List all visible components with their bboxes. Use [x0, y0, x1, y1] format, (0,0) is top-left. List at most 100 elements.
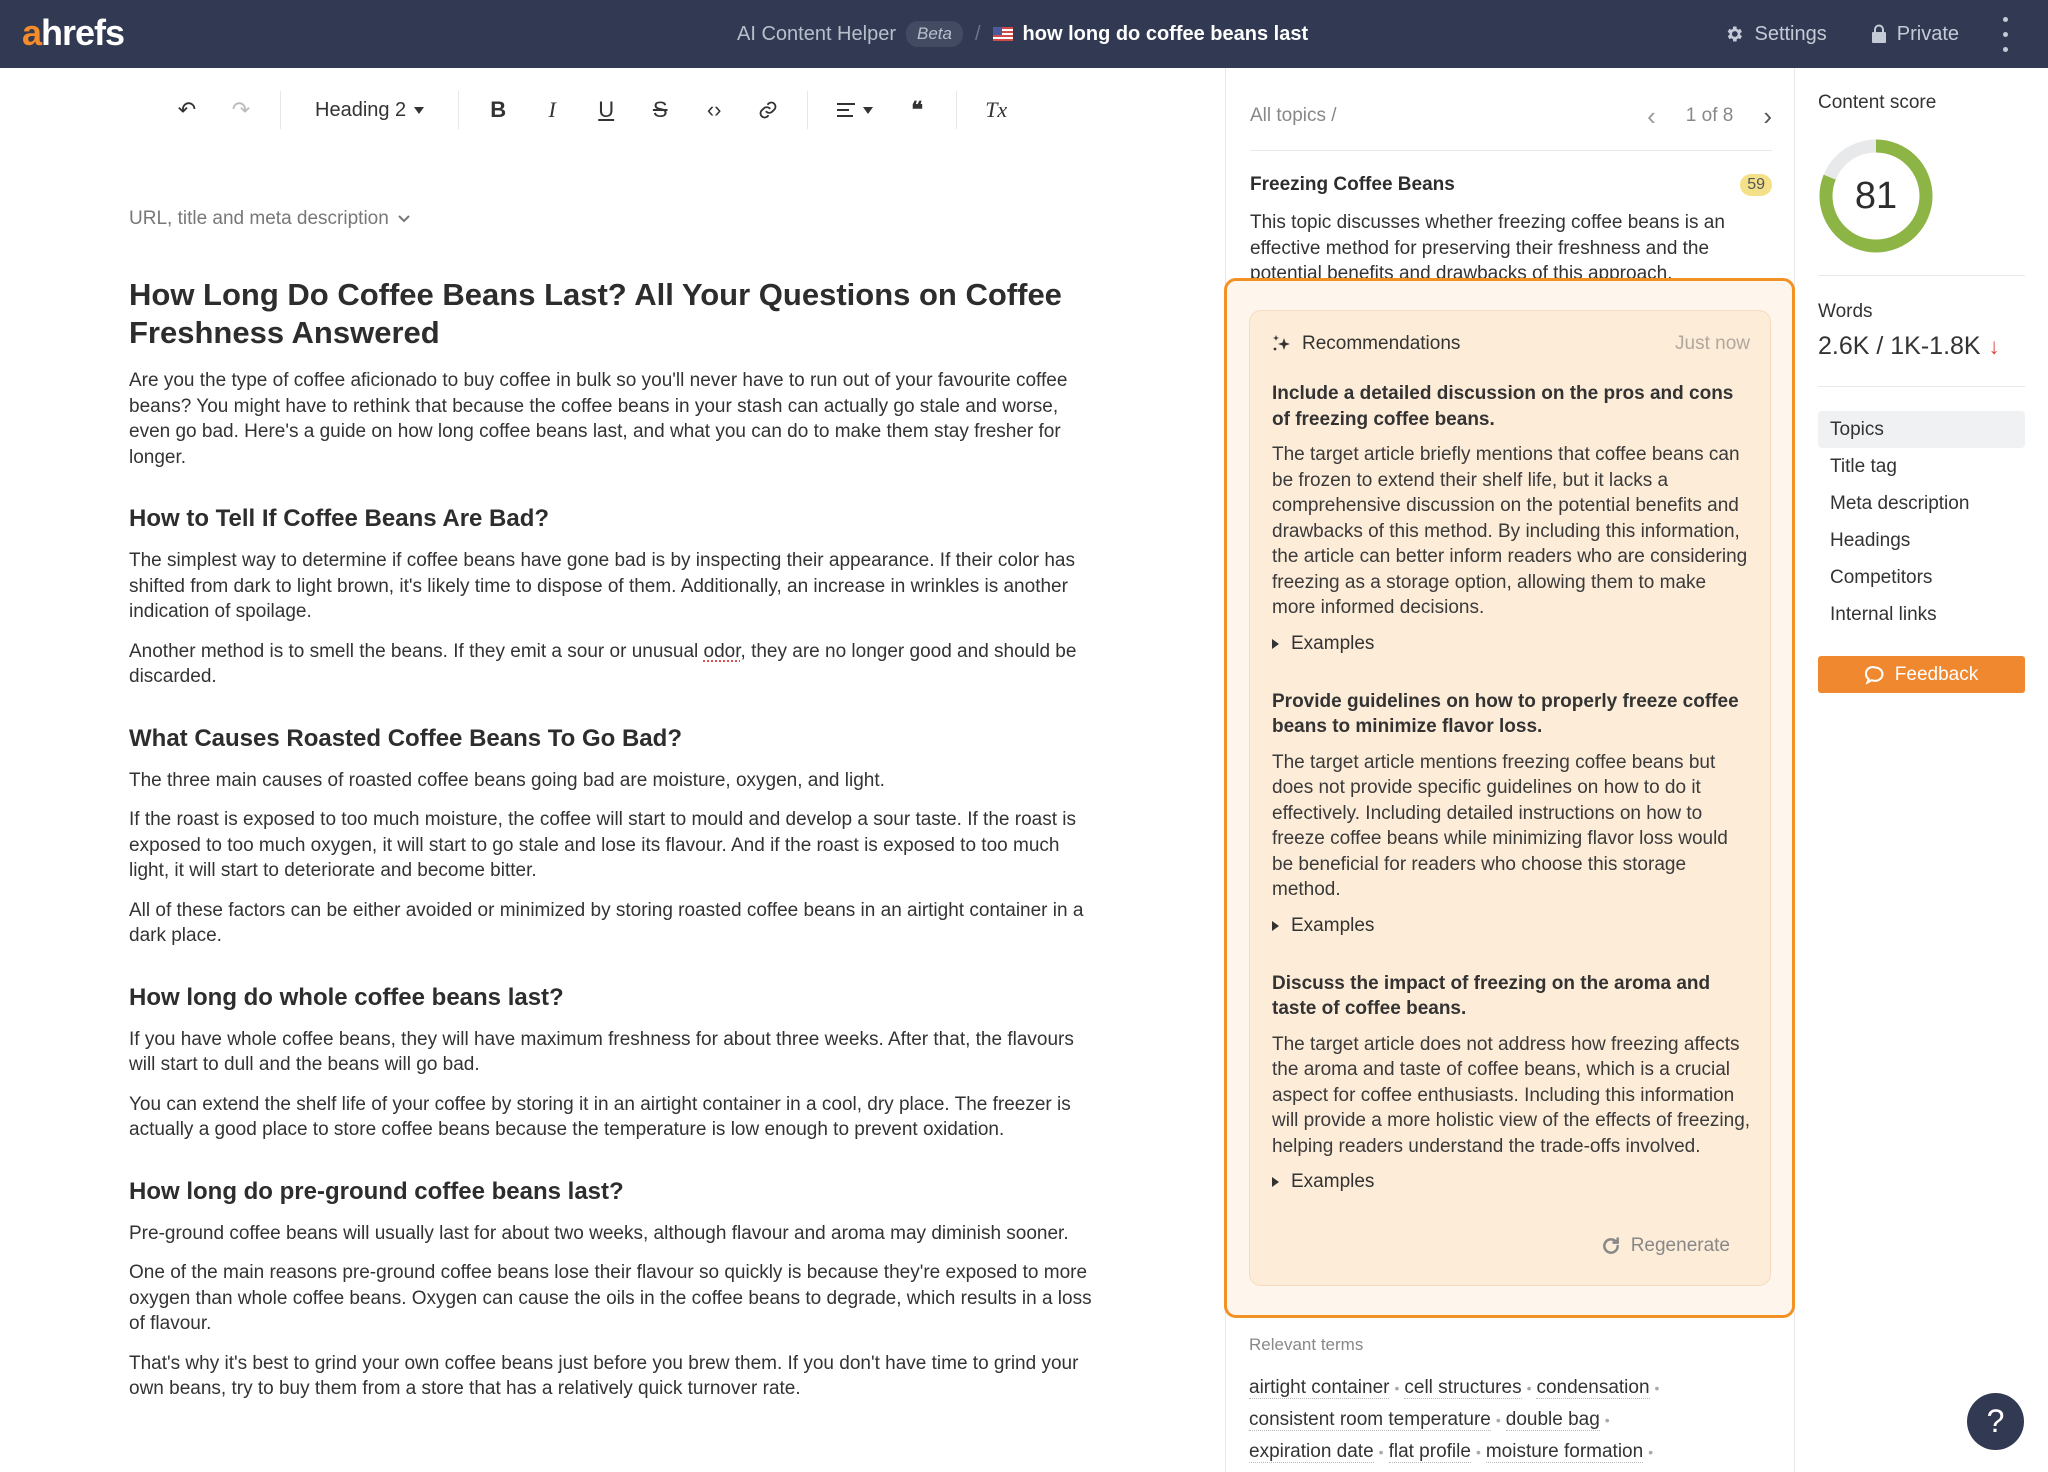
recommendation-item: Provide guidelines on how to properly fr…	[1272, 689, 1752, 937]
link-button[interactable]	[741, 90, 795, 130]
align-left-icon	[837, 103, 856, 117]
topic-pager: ‹ 1 of 8 ›	[1647, 101, 1772, 132]
clear-format-icon: Tx	[985, 97, 1008, 122]
kebab-dot-icon	[2003, 31, 2008, 37]
strikethrough-icon: S	[652, 97, 668, 122]
document-title: how long do coffee beans last	[1022, 22, 1309, 45]
nav-item-headings[interactable]: Headings	[1818, 522, 2025, 559]
paragraph[interactable]: If the roast is exposed to too much mois…	[129, 807, 1099, 884]
meta-description-toggle[interactable]: URL, title and meta description	[129, 208, 411, 230]
more-options-button[interactable]	[2003, 16, 2008, 52]
nav-item-topics[interactable]: Topics	[1818, 411, 2025, 448]
paragraph[interactable]: One of the main reasons pre-ground coffe…	[129, 1260, 1099, 1337]
relevant-term[interactable]: airtight container	[1249, 1377, 1390, 1399]
word-count-value: 2.6K / 1K-1.8K	[1818, 332, 1981, 360]
separator-dot: •	[1378, 1444, 1384, 1460]
sparkle-icon	[1273, 335, 1290, 351]
relevant-terms-label: Relevant terms	[1249, 1335, 1364, 1354]
recommendations-title: Recommendations	[1302, 333, 1461, 354]
settings-button[interactable]: Settings	[1724, 23, 1827, 46]
chat-bubble-icon	[1864, 665, 1884, 685]
separator-dot: •	[1475, 1444, 1481, 1460]
recommendation-title: Include a detailed discussion on the pro…	[1272, 383, 1734, 430]
spelling-error[interactable]: odor	[704, 641, 741, 662]
score-rail: Content score 81 Words 2.6K / 1K-1.8K ↓ …	[1795, 68, 2048, 1472]
italic-button[interactable]: I	[525, 90, 579, 130]
section-heading[interactable]: How long do whole coffee beans last?	[129, 983, 1099, 1013]
relevant-term[interactable]: moisture formation	[1485, 1441, 1644, 1463]
paragraph[interactable]: The three main causes of roasted coffee …	[129, 768, 1099, 794]
separator-dot: •	[1495, 1412, 1501, 1428]
heading-select[interactable]: Heading 2	[293, 99, 446, 122]
ahrefs-logo[interactable]: ahrefs	[22, 12, 125, 54]
prev-topic-button[interactable]: ‹	[1647, 101, 1656, 132]
breadcrumb: AI Content Helper Beta / how long do cof…	[737, 0, 1308, 68]
arrow-down-icon: ↓	[1988, 333, 2000, 359]
paragraph[interactable]: All of these factors can be either avoid…	[129, 898, 1099, 949]
recommendations-card: Recommendations Just now Include a detai…	[1249, 310, 1771, 1286]
bold-button[interactable]: B	[471, 90, 525, 130]
regenerate-button[interactable]: Regenerate	[1601, 1235, 1730, 1257]
all-topics-link[interactable]: All topics /	[1250, 105, 1337, 127]
paragraph[interactable]: You can extend the shelf life of your co…	[129, 1092, 1099, 1143]
examples-toggle[interactable]: Examples	[1272, 633, 1752, 655]
topic-title: Freezing Coffee Beans	[1250, 174, 1455, 195]
clear-formatting-button[interactable]: Tx	[969, 90, 1023, 130]
privacy-label: Private	[1896, 22, 1959, 45]
content-score-value: 81	[1854, 174, 1898, 217]
privacy-button[interactable]: Private	[1871, 23, 1959, 46]
paragraph[interactable]: That's why it's best to grind your own c…	[129, 1351, 1099, 1402]
section-heading[interactable]: How long do pre-ground coffee beans last…	[129, 1177, 1099, 1207]
recommendation-item: Include a detailed discussion on the pro…	[1272, 381, 1752, 655]
kebab-dot-icon	[2003, 46, 2008, 52]
topic-page-indicator: 1 of 8	[1685, 105, 1734, 126]
topic-description: This topic discusses whether freezing co…	[1250, 212, 1725, 280]
underline-button[interactable]: U	[579, 90, 633, 130]
relevant-term[interactable]: condensation	[1536, 1377, 1650, 1399]
blockquote-button[interactable]: ❝	[890, 90, 944, 130]
relevant-term[interactable]: consistent room temperature	[1249, 1409, 1491, 1431]
article-content[interactable]: How Long Do Coffee Beans Last? All Your …	[129, 276, 1099, 1416]
toolbar-divider	[280, 91, 281, 129]
relevant-term[interactable]: flat profile	[1388, 1441, 1471, 1463]
recommendation-list: Include a detailed discussion on the pro…	[1272, 381, 1752, 1227]
recommendations-header: Recommendations Just now	[1272, 333, 1750, 355]
redo-button[interactable]: ↷	[214, 90, 268, 130]
app-name-link[interactable]: AI Content Helper	[737, 23, 896, 46]
words-label: Words	[1818, 301, 1873, 322]
relevant-term[interactable]: double bag	[1505, 1409, 1600, 1431]
nav-item-meta-description[interactable]: Meta description	[1818, 485, 2025, 522]
italic-icon: I	[548, 97, 556, 122]
relevant-term[interactable]: expiration date	[1249, 1441, 1374, 1463]
next-topic-button[interactable]: ›	[1763, 101, 1772, 132]
feedback-button[interactable]: Feedback	[1818, 656, 2025, 693]
toolbar-divider	[458, 91, 460, 129]
paragraph[interactable]: Pre-ground coffee beans will usually las…	[129, 1221, 1099, 1247]
undo-button[interactable]: ↶	[160, 90, 214, 130]
paragraph[interactable]: Another method is to smell the beans. If…	[129, 639, 1099, 690]
paragraph[interactable]: Are you the type of coffee aficionado to…	[129, 368, 1099, 470]
recommendation-body: The target article does not address how …	[1272, 1033, 1751, 1157]
formatting-toolbar: ↶ ↷ Heading 2 B I U S ‹› ❝ Tx	[160, 90, 1023, 130]
align-select[interactable]	[820, 90, 890, 130]
nav-item-title-tag[interactable]: Title tag	[1818, 448, 2025, 485]
relevant-term[interactable]: cell structures	[1404, 1377, 1522, 1399]
strikethrough-button[interactable]: S	[633, 90, 687, 130]
section-heading[interactable]: How to Tell If Coffee Beans Are Bad?	[129, 504, 1099, 534]
paragraph[interactable]: The simplest way to determine if coffee …	[129, 548, 1099, 625]
caret-down-icon	[414, 106, 425, 114]
paragraph[interactable]: If you have whole coffee beans, they wil…	[129, 1027, 1099, 1078]
recommendation-body: The target article briefly mentions that…	[1272, 444, 1748, 618]
section-heading[interactable]: What Causes Roasted Coffee Beans To Go B…	[129, 724, 1099, 754]
divider	[1818, 275, 2025, 276]
nav-item-competitors[interactable]: Competitors	[1818, 559, 2025, 596]
help-button[interactable]: ?	[1967, 1393, 2024, 1450]
word-count: 2.6K / 1K-1.8K ↓	[1818, 332, 2000, 361]
caret-right-icon	[1272, 1177, 1279, 1187]
nav-item-internal-links[interactable]: Internal links	[1818, 596, 2025, 633]
article-title[interactable]: How Long Do Coffee Beans Last? All Your …	[129, 276, 1099, 352]
code-button[interactable]: ‹›	[687, 90, 741, 130]
examples-toggle[interactable]: Examples	[1272, 1171, 1752, 1193]
examples-toggle[interactable]: Examples	[1272, 915, 1752, 937]
code-icon: ‹›	[706, 97, 722, 122]
